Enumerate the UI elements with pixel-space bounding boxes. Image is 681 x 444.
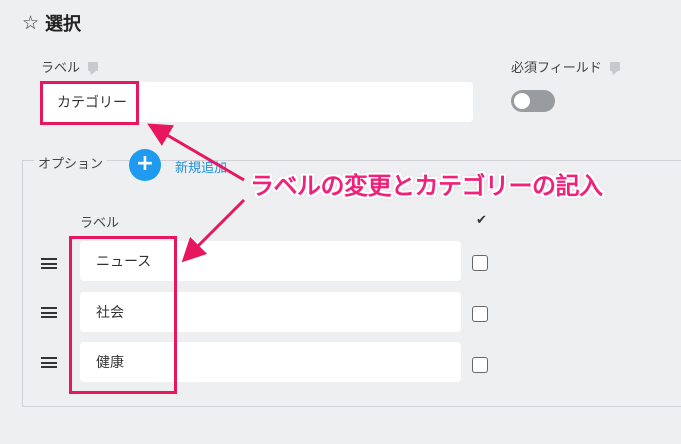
arrow-to-label — [147, 123, 245, 182]
annotation-callout: ラベルの変更とカテゴリーの記入 — [250, 172, 603, 200]
annotation-arrows — [147, 123, 246, 263]
arrow-to-options — [181, 198, 246, 263]
